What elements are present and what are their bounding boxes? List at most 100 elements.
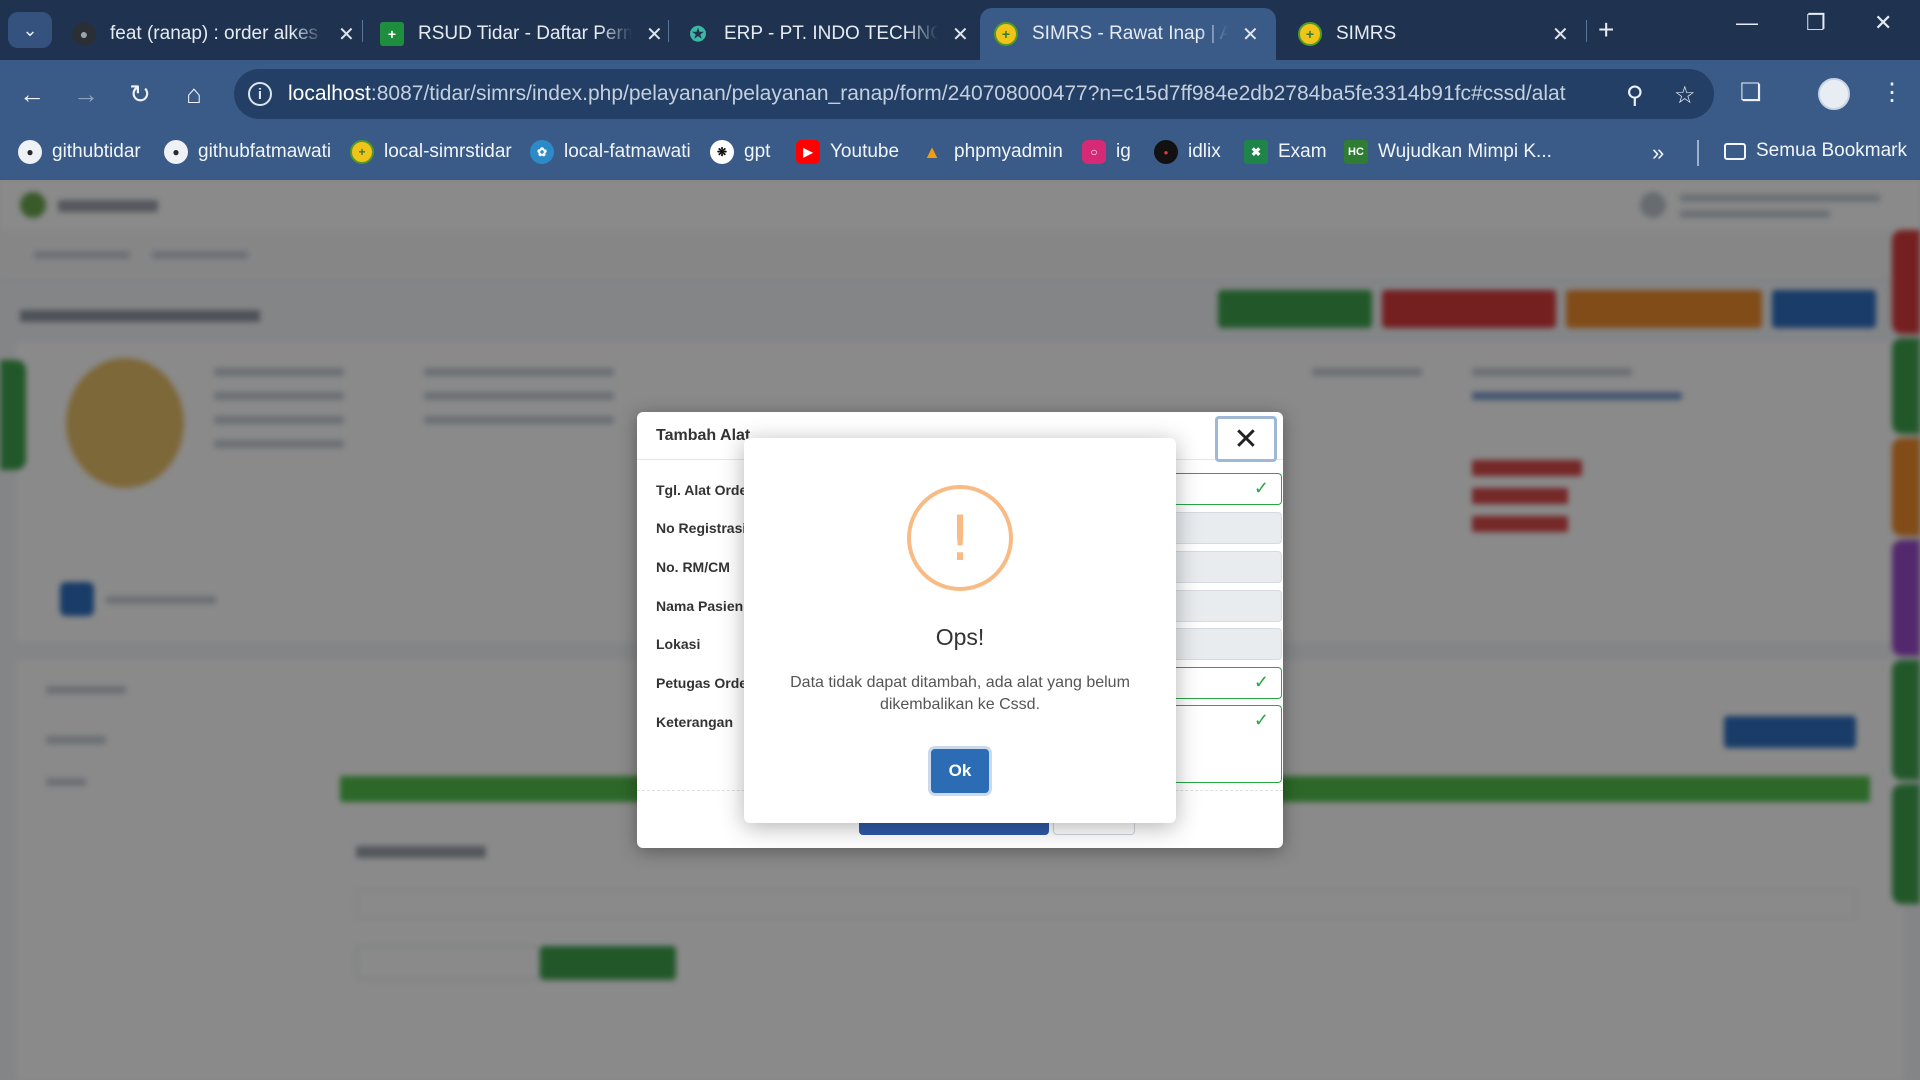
valid-check-icon: ✓ xyxy=(1253,672,1269,692)
browser-tab-5[interactable]: + SIMRS ✕ xyxy=(1284,8,1584,60)
field-label-lokasi: Lokasi xyxy=(656,636,701,652)
bookmark-star-icon[interactable]: ☆ xyxy=(1674,81,1696,110)
tab-search-chevron-down-icon[interactable]: ⌄ xyxy=(8,12,52,48)
simrs-logo-icon: + xyxy=(1298,22,1322,46)
tab-separator xyxy=(1586,20,1587,42)
simrs-logo-icon: + xyxy=(994,22,1018,46)
browser-tab-active[interactable]: + SIMRS - Rawat Inap | ARI ✕ xyxy=(980,8,1276,60)
field-label-no-registrasi: No Registrasi xyxy=(656,520,747,536)
tab-separator xyxy=(362,20,363,42)
bookmark-githubtidar[interactable]: ● githubtidar xyxy=(18,140,141,164)
field-label-keterangan: Keterangan xyxy=(656,714,734,730)
address-bar[interactable]: i localhost:8087/tidar/simrs/index.php/p… xyxy=(234,69,1714,119)
browser-tab-strip: ⌄ ● feat (ranap) : order alkes ✕ + RSUD … xyxy=(0,0,1920,60)
phpmyadmin-icon: ▲ xyxy=(923,141,941,162)
bookmark-label: Wujudkan Mimpi K... xyxy=(1378,141,1552,162)
github-icon: ● xyxy=(72,22,96,46)
menu-kebab-icon[interactable]: ⋮ xyxy=(1880,78,1904,107)
youtube-icon: ▶ xyxy=(796,140,820,164)
bookmark-ig[interactable]: ○ ig xyxy=(1082,140,1131,164)
petugas-order-input[interactable]: ✓ xyxy=(1172,667,1282,699)
modal-close-icon[interactable]: ✕ xyxy=(1215,416,1277,462)
folder-icon xyxy=(1724,142,1746,160)
close-tab-icon[interactable]: ✕ xyxy=(1242,22,1259,47)
zoom-magnifier-icon[interactable]: ⚲ xyxy=(1626,81,1644,110)
tgl-alat-order-input[interactable]: ✓ xyxy=(1172,473,1282,505)
tab-title: RSUD Tidar - Daftar Perm xyxy=(418,23,632,44)
bookmark-wujudkan-mimpi[interactable]: HC Wujudkan Mimpi K... xyxy=(1344,140,1552,164)
exam-icon: ✖ xyxy=(1244,140,1268,164)
tab-title: SIMRS - Rawat Inap | ARI xyxy=(1032,23,1228,44)
bookmark-label: Exam xyxy=(1278,141,1327,162)
instagram-icon: ○ xyxy=(1082,140,1106,164)
close-tab-icon[interactable]: ✕ xyxy=(338,22,355,47)
bookmark-label: local-fatmawati xyxy=(564,141,691,162)
bookmark-gpt[interactable]: ❋ gpt xyxy=(710,140,770,164)
bookmarks-separator xyxy=(1697,140,1699,166)
all-bookmarks-folder[interactable]: Semua Bookmark xyxy=(1724,140,1907,162)
nama-pasien-input[interactable] xyxy=(1172,590,1282,622)
close-tab-icon[interactable]: ✕ xyxy=(646,22,663,47)
bookmark-githubfatmawati[interactable]: ● githubfatmawati xyxy=(164,140,331,164)
bookmark-label: phpmyadmin xyxy=(954,141,1063,162)
back-arrow-icon[interactable]: ← xyxy=(14,76,50,112)
field-label-nama-pasien: Nama Pasien xyxy=(656,598,744,614)
bookmark-local-simrstidar[interactable]: + local-simrstidar xyxy=(350,140,512,164)
openai-icon: ❋ xyxy=(710,140,734,164)
bookmark-label: local-simrstidar xyxy=(384,141,512,162)
bookmark-idlix[interactable]: ● idlix xyxy=(1154,140,1221,164)
alert-dialog: ! Ops! Data tidak dapat ditambah, ada al… xyxy=(744,438,1176,823)
bookmark-label: githubtidar xyxy=(52,141,141,162)
field-label-tgl-alat-order: Tgl. Alat Order xyxy=(656,482,753,498)
hc-icon: HC xyxy=(1344,140,1368,164)
url-host: localhost xyxy=(288,82,371,105)
modal-title: Tambah Alat xyxy=(656,427,751,444)
tab-title: feat (ranap) : order alkes xyxy=(110,23,319,44)
bookmark-label: idlix xyxy=(1188,141,1221,162)
lokasi-input[interactable] xyxy=(1172,628,1282,660)
restore-window-icon[interactable]: ❐ xyxy=(1806,10,1826,36)
browser-toolbar: ← → ↻ ⌂ i localhost:8087/tidar/simrs/ind… xyxy=(0,60,1920,128)
ok-button[interactable]: Ok xyxy=(931,749,989,793)
alert-title: Ops! xyxy=(935,624,985,650)
bookmark-label: githubfatmawati xyxy=(198,141,332,162)
close-tab-icon[interactable]: ✕ xyxy=(1552,22,1569,47)
bookmark-exam[interactable]: ✖ Exam xyxy=(1244,140,1327,164)
bookmark-youtube[interactable]: ▶ Youtube xyxy=(796,140,899,164)
browser-tab-3[interactable]: ✪ ERP - PT. INDO TECHNO ✕ xyxy=(672,8,983,60)
close-tab-icon[interactable]: ✕ xyxy=(952,22,969,47)
no-registrasi-input[interactable] xyxy=(1172,512,1282,544)
home-icon[interactable]: ⌂ xyxy=(176,76,212,112)
erp-tree-icon: ✪ xyxy=(689,23,707,46)
minimize-icon[interactable]: — xyxy=(1736,10,1758,36)
tab-title: SIMRS xyxy=(1336,23,1397,44)
more-bookmarks-chevron-icon[interactable]: » xyxy=(1652,140,1664,166)
valid-check-icon: ✓ xyxy=(1253,478,1269,498)
simrs-logo-icon: + xyxy=(350,140,374,164)
bookmark-label: gpt xyxy=(744,141,771,162)
sheets-plus-icon: + xyxy=(380,22,404,46)
forward-arrow-icon[interactable]: → xyxy=(68,76,104,112)
tab-title: ERP - PT. INDO TECHNO xyxy=(724,23,938,44)
extensions-puzzle-icon[interactable]: ❏ xyxy=(1740,78,1762,107)
field-label-petugas-order: Petugas Order xyxy=(656,675,753,691)
browser-tab-2[interactable]: + RSUD Tidar - Daftar Perm ✕ xyxy=(366,8,677,60)
url-text[interactable]: localhost:8087/tidar/simrs/index.php/pel… xyxy=(288,82,1566,106)
site-info-icon[interactable]: i xyxy=(248,82,272,106)
valid-check-icon: ✓ xyxy=(1253,710,1269,730)
idlix-icon: ● xyxy=(1154,140,1178,164)
bookmark-phpmyadmin[interactable]: ▲ phpmyadmin xyxy=(920,140,1063,164)
profile-avatar[interactable] xyxy=(1818,78,1850,110)
warning-exclamation-icon: ! xyxy=(907,485,1013,591)
reload-icon[interactable]: ↻ xyxy=(122,76,158,112)
bookmark-local-fatmawati[interactable]: ✿ local-fatmawati xyxy=(530,140,691,164)
no-rm-input[interactable] xyxy=(1172,551,1282,583)
bookmark-label: ig xyxy=(1116,141,1131,162)
new-tab-plus-icon[interactable]: + xyxy=(1598,14,1614,46)
field-label-no-rm: No. RM/CM xyxy=(656,559,730,575)
close-window-icon[interactable]: ✕ xyxy=(1874,10,1892,36)
fatmawati-icon: ✿ xyxy=(530,140,554,164)
keterangan-textarea[interactable]: ✓ xyxy=(1172,705,1282,783)
alert-message: Data tidak dapat ditambah, ada alat yang… xyxy=(790,674,1130,713)
browser-tab-1[interactable]: ● feat (ranap) : order alkes ✕ xyxy=(58,8,369,60)
